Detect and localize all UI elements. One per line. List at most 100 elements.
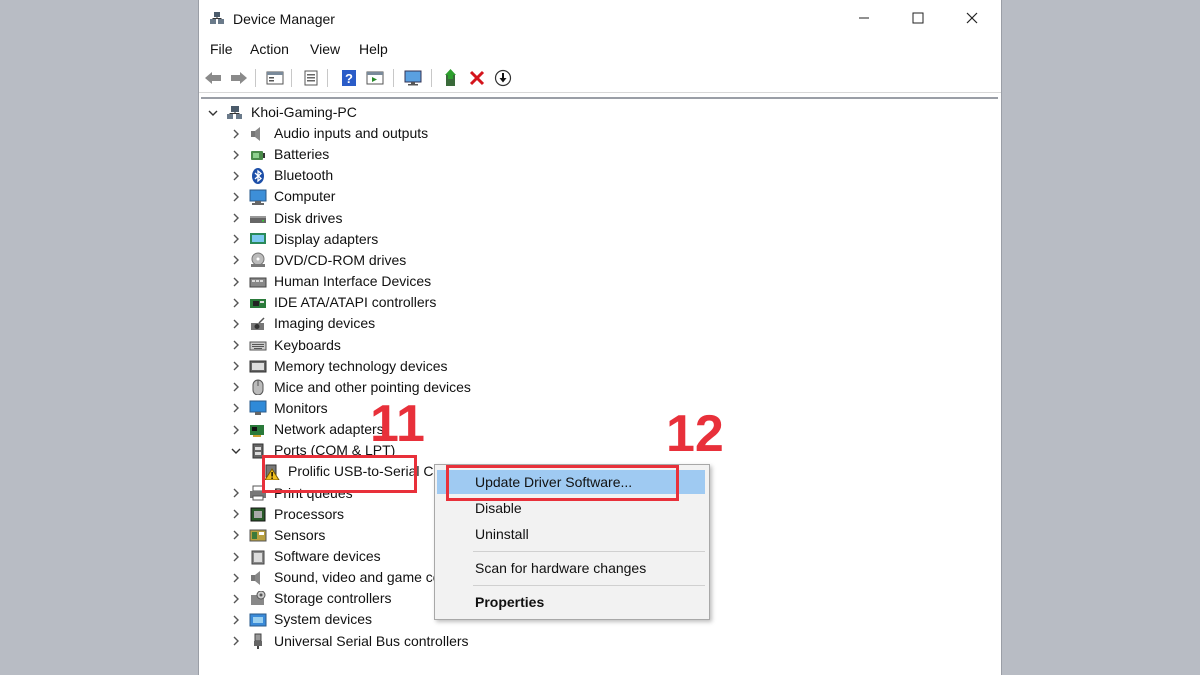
tree-category[interactable]: Network adapters <box>229 419 384 440</box>
context-menu-separator <box>473 585 705 586</box>
toolbar-separator <box>431 69 432 87</box>
enable-device-button[interactable] <box>493 68 513 88</box>
properties-toolbar-button[interactable] <box>301 68 321 88</box>
chevron-right-icon[interactable] <box>229 359 243 373</box>
chevron-right-icon[interactable] <box>229 317 243 331</box>
chevron-down-icon[interactable] <box>229 444 243 458</box>
minimize-icon <box>859 17 869 19</box>
menu-view[interactable]: View <box>310 41 340 57</box>
chevron-right-icon[interactable] <box>229 380 243 394</box>
chevron-right-icon[interactable] <box>229 296 243 310</box>
tree-category[interactable]: Batteries <box>229 144 329 165</box>
tree-category[interactable]: Human Interface Devices <box>229 271 431 292</box>
chevron-right-icon[interactable] <box>229 507 243 521</box>
tree-category[interactable]: Memory technology devices <box>229 356 448 377</box>
menu-properties[interactable]: Properties <box>437 590 705 614</box>
tree-item-label: Keyboards <box>274 336 341 353</box>
chevron-right-icon[interactable] <box>229 169 243 183</box>
minimize-button[interactable] <box>841 5 887 31</box>
tree-category[interactable]: Storage controllers <box>229 588 392 609</box>
menu-uninstall[interactable]: Uninstall <box>437 522 705 546</box>
menu-scan-hardware[interactable]: Scan for hardware changes <box>437 556 705 580</box>
tree-category[interactable]: Processors <box>229 504 344 525</box>
chevron-right-icon[interactable] <box>229 486 243 500</box>
software-device-icon <box>249 549 267 565</box>
network-icon <box>249 422 267 438</box>
chevron-right-icon[interactable] <box>229 338 243 352</box>
chevron-right-icon[interactable] <box>229 211 243 225</box>
chevron-right-icon[interactable] <box>229 253 243 267</box>
hid-icon <box>249 274 267 290</box>
menu-file[interactable]: File <box>210 41 233 57</box>
update-driver-button[interactable] <box>441 68 461 88</box>
tree-category[interactable]: Software devices <box>229 546 381 567</box>
chevron-right-icon[interactable] <box>229 401 243 415</box>
root-label: Khoi-Gaming-PC <box>251 104 357 120</box>
tree-category[interactable]: Bluetooth <box>229 165 333 186</box>
red-x-icon <box>469 70 485 86</box>
tree-item-label: Software devices <box>274 548 381 564</box>
window-title: Device Manager <box>233 11 335 27</box>
tree-item-label: Human Interface Devices <box>274 273 432 290</box>
close-button[interactable] <box>949 5 995 31</box>
tree-category[interactable]: DVD/CD-ROM drives <box>229 250 406 271</box>
back-arrow-icon <box>205 72 221 84</box>
tree-category[interactable]: Keyboards <box>229 335 341 356</box>
scan-hardware-button[interactable] <box>403 68 423 88</box>
tree-category[interactable]: Mice and other pointing devices <box>229 377 471 398</box>
chevron-right-icon[interactable] <box>229 571 243 585</box>
menu-action[interactable]: Action <box>250 41 289 57</box>
display-adapter-icon <box>249 231 267 247</box>
tree-item-label: System devices <box>274 611 373 628</box>
chevron-right-icon[interactable] <box>229 550 243 564</box>
tree-category[interactable]: Computer <box>229 186 335 207</box>
tree-category[interactable]: Universal Serial Bus controllers <box>229 631 469 652</box>
chevron-right-icon[interactable] <box>229 275 243 289</box>
system-icon <box>249 612 267 628</box>
show-hide-console-tree-button[interactable] <box>265 68 285 88</box>
maximize-icon <box>912 12 924 24</box>
title-bar[interactable]: Device Manager <box>199 0 1001 36</box>
chevron-right-icon[interactable] <box>229 127 243 141</box>
maximize-button[interactable] <box>895 5 941 31</box>
tree-item-label: Monitors <box>274 399 328 416</box>
tree-category[interactable]: Audio inputs and outputs <box>229 123 428 144</box>
update-driver-icon <box>445 69 456 86</box>
tree-category[interactable]: System devices <box>229 609 372 630</box>
tree-item-label: Batteries <box>274 146 330 163</box>
tree-category[interactable]: Disk drives <box>229 208 342 229</box>
help-toolbar-button[interactable]: ? <box>339 68 359 88</box>
chevron-right-icon[interactable] <box>229 528 243 542</box>
ide-controller-icon <box>249 295 267 311</box>
scan-monitor-icon <box>404 70 422 86</box>
uninstall-device-button[interactable] <box>467 68 487 88</box>
show-action-pane-button[interactable] <box>365 68 385 88</box>
tree-category[interactable]: Sensors <box>229 525 325 546</box>
chevron-right-icon[interactable] <box>229 634 243 648</box>
back-button[interactable] <box>203 68 223 88</box>
toolbar-separator <box>255 69 256 87</box>
chevron-right-icon[interactable] <box>229 148 243 162</box>
forward-button[interactable] <box>229 68 249 88</box>
chevron-right-icon[interactable] <box>229 592 243 606</box>
chevron-down-icon[interactable] <box>206 106 220 120</box>
tree-category[interactable]: Display adapters <box>229 229 378 250</box>
tree-category[interactable]: IDE ATA/ATAPI controllers <box>229 292 436 313</box>
speaker-icon <box>249 570 267 586</box>
tree-category[interactable]: Imaging devices <box>229 313 375 334</box>
chevron-right-icon[interactable] <box>229 190 243 204</box>
forward-arrow-icon <box>231 72 247 84</box>
chevron-right-icon[interactable] <box>229 232 243 246</box>
tree-root[interactable]: Khoi-Gaming-PC <box>206 102 357 123</box>
annotation-box-update-driver <box>446 465 679 501</box>
tree-item-label: Processors <box>274 505 345 522</box>
chevron-right-icon[interactable] <box>229 613 243 627</box>
toolbar: ? <box>199 64 1001 93</box>
tree-category[interactable]: Monitors <box>229 398 328 419</box>
menu-help[interactable]: Help <box>359 41 388 57</box>
chevron-right-icon[interactable] <box>229 423 243 437</box>
computer-network-icon <box>226 105 244 121</box>
action-pane-icon <box>366 71 384 85</box>
mouse-icon <box>249 379 267 396</box>
tree-category[interactable]: Sound, video and game co <box>229 567 441 588</box>
